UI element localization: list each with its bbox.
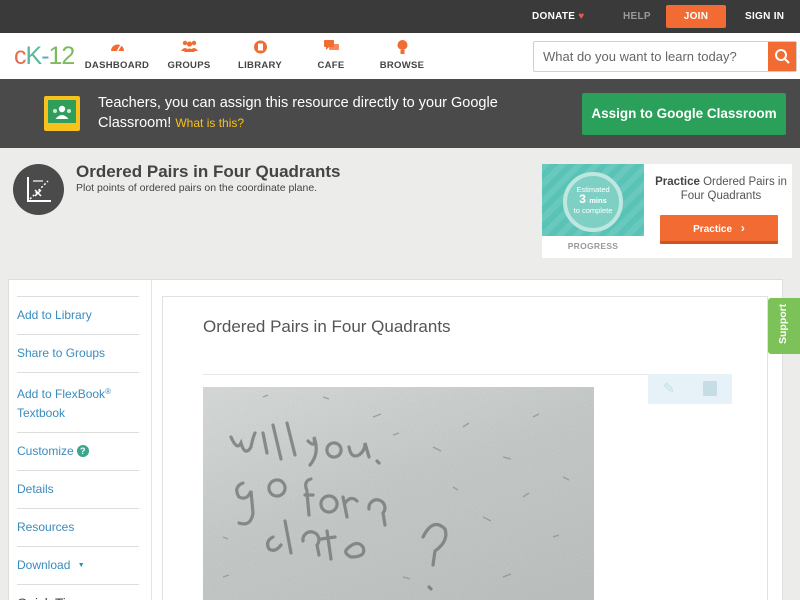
main-title: Ordered Pairs in Four Quadrants (203, 317, 451, 336)
practice-card: Estimated 3 mins to complete PROGRESS Pr… (542, 164, 792, 258)
cafe-icon (298, 40, 364, 56)
notes-icon[interactable] (703, 381, 717, 396)
resources-link[interactable]: Resources (17, 508, 139, 546)
groups-icon (156, 40, 222, 56)
practice-title: Practice Ordered Pairs in Four Quadrants (655, 176, 787, 202)
nav-library[interactable]: LIBRARY (227, 40, 293, 71)
pencil-icon[interactable]: ✎ (663, 380, 677, 396)
donate-link[interactable]: DONATE ♥ (532, 0, 585, 33)
caret-down-icon: ▼ (77, 562, 85, 569)
heart-icon: ♥ (578, 11, 585, 22)
top-bar: DONATE ♥ HELP JOIN SIGN IN (0, 0, 800, 33)
concept-subtitle: Plot points of ordered pairs on the coor… (76, 182, 318, 194)
help-icon[interactable]: ? (76, 445, 89, 457)
dashboard-icon (84, 40, 150, 56)
customize-link[interactable]: Customize? (17, 432, 139, 470)
share-to-groups-link[interactable]: Share to Groups (17, 334, 139, 372)
assign-google-classroom-button[interactable]: Assign to Google Classroom (582, 93, 786, 135)
help-link[interactable]: HELP (623, 0, 651, 33)
content-tools: ✎ (648, 374, 732, 404)
nav-dashboard[interactable]: DASHBOARD (84, 40, 150, 71)
estimated-time-badge: Estimated 3 mins to complete (563, 172, 623, 232)
main-panel: Ordered Pairs in Four Quadrants ✎ (162, 296, 768, 600)
search-box (533, 41, 797, 72)
progress-label: PROGRESS (567, 241, 619, 251)
chevron-right-icon: › (740, 221, 745, 235)
coordinate-plane-icon (13, 164, 64, 215)
google-classroom-icon (44, 96, 80, 131)
nav-cafe[interactable]: CAFE (298, 40, 364, 71)
main-nav: cK-12 DASHBOARD GROUPS LIBRARY CAFE BROW… (0, 33, 800, 79)
google-classroom-banner: Teachers, you can assign this resource d… (0, 79, 800, 148)
nav-browse[interactable]: BROWSE (369, 40, 435, 71)
concept-title: Ordered Pairs in Four Quadrants (76, 162, 341, 181)
library-icon (227, 40, 293, 56)
sand-writing-image (203, 387, 594, 600)
details-link[interactable]: Details (17, 470, 139, 508)
sidebar: Add to Library Share to Groups Add to Fl… (17, 296, 139, 600)
nav-groups[interactable]: GROUPS (156, 40, 222, 71)
search-input[interactable] (534, 42, 770, 71)
content-divider (151, 280, 152, 600)
what-is-this-link[interactable]: What is this? (175, 116, 244, 130)
search-button[interactable] (768, 42, 796, 71)
add-to-flexbook-link[interactable]: Add to FlexBook® Textbook (17, 372, 139, 432)
sign-in-link[interactable]: SIGN IN (745, 0, 784, 33)
download-link[interactable]: Download ▼ (17, 546, 139, 584)
ck12-logo[interactable]: cK-12 (14, 43, 75, 69)
banner-message: Teachers, you can assign this resource d… (98, 95, 498, 131)
content-area: Add to Library Share to Groups Add to Fl… (8, 279, 783, 600)
quick-tips-heading[interactable]: Quick Tips (17, 584, 139, 600)
join-button[interactable]: JOIN (666, 5, 726, 28)
practice-progress-image: Estimated 3 mins to complete (542, 164, 644, 236)
donate-label: DONATE (532, 11, 576, 22)
search-icon (775, 49, 790, 64)
browse-icon (369, 40, 435, 56)
add-to-library-link[interactable]: Add to Library (17, 296, 139, 334)
practice-button[interactable]: Practice › (660, 215, 778, 244)
support-tab[interactable]: Support (768, 298, 800, 354)
